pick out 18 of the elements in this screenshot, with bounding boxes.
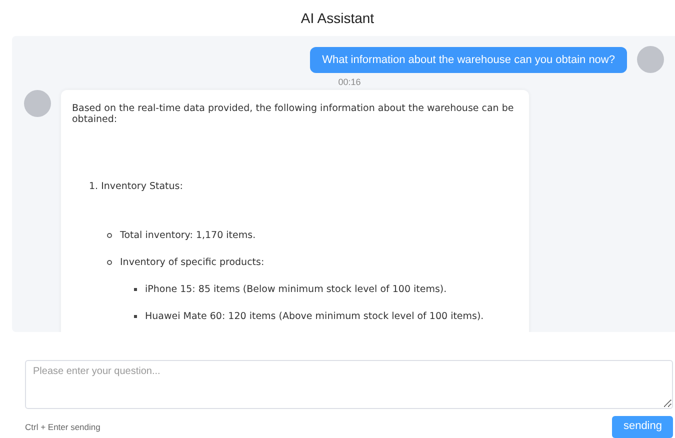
reply-text: Based on the real-time data provided, the following information about the warehouse can be obtained: <box>72 103 515 125</box>
bullet-icon <box>107 233 112 238</box>
send-button[interactable]: sending <box>612 416 673 438</box>
bullet-icon <box>134 288 137 291</box>
avatar-icon <box>637 46 664 73</box>
bullet-icon <box>134 315 137 318</box>
question-input[interactable]: Please enter your question... <box>25 360 673 409</box>
page-title: AI Assistant <box>300 9 376 28</box>
bullet-icon <box>107 260 112 265</box>
shortcut-hint: Ctrl + Enter sending <box>25 422 100 432</box>
user-message: What information about the warehouse can you obtain now? <box>310 47 627 73</box>
message-time: 00:16 <box>337 77 362 87</box>
list-item-text: Huawei Mate 60: 120 items (Above minimum stock level of 100 items). <box>145 311 484 322</box>
avatar-icon <box>24 90 51 117</box>
list-item-text: 1. Inventory Status: <box>89 181 183 192</box>
list-item-text: iPhone 15: 85 items (Below minimum stock level of 100 items). <box>145 284 447 295</box>
list-item-text: Total inventory: 1,170 items. <box>120 230 256 241</box>
list-item-text: Inventory of specific products: <box>120 257 264 268</box>
